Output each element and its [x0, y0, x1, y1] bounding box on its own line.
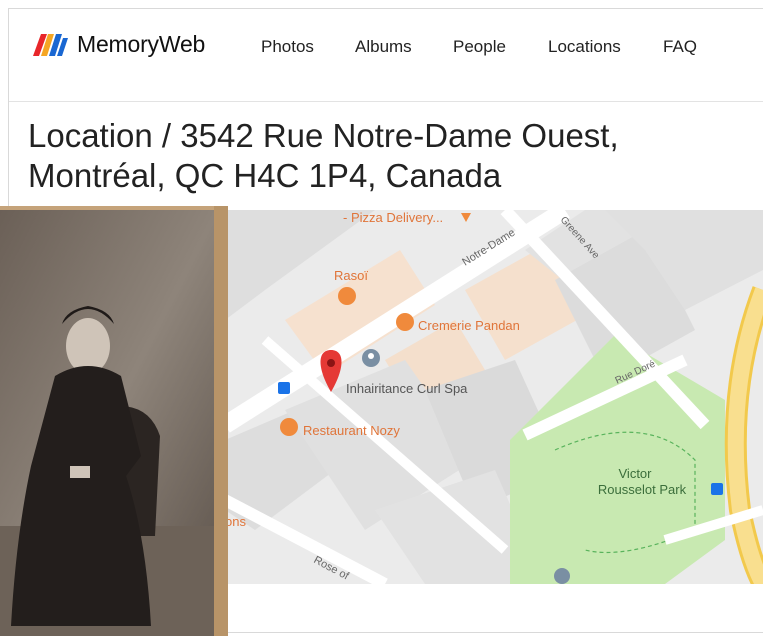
- bottom-area: [228, 584, 763, 636]
- vintage-portrait-photo[interactable]: [0, 206, 228, 636]
- nav-albums[interactable]: Albums: [355, 37, 412, 57]
- map-label-spa: Inhairitance Curl Spa: [346, 381, 468, 396]
- divider: [228, 632, 763, 633]
- location-map[interactable]: Notre-Dame Greene Ave Rue Doré Rose of -…: [225, 210, 763, 584]
- map-label-cremerie: Cremerie Pandan: [418, 318, 520, 333]
- restaurant-rasoi-icon[interactable]: [338, 287, 356, 305]
- map-label-park-line1: Victor: [619, 466, 653, 481]
- nav-faq[interactable]: FAQ: [663, 37, 697, 57]
- map-label-rasoi: Rasoï: [334, 268, 368, 283]
- nav-people[interactable]: People: [453, 37, 506, 57]
- title-area: Location / 3542 Rue Notre-Dame Ouest, Mo…: [9, 102, 763, 210]
- bus-stop-icon-2[interactable]: [711, 483, 723, 495]
- bus-stop-icon[interactable]: [278, 382, 290, 394]
- memoryweb-logo-icon: [33, 33, 68, 56]
- brand-name: MemoryWeb: [77, 31, 206, 57]
- nav-locations[interactable]: Locations: [548, 37, 621, 57]
- map-label-pizza: - Pizza Delivery...: [343, 210, 443, 225]
- map-label-restaurant: Restaurant Nozy: [303, 423, 400, 438]
- nav-photos[interactable]: Photos: [261, 37, 314, 57]
- brand-logo[interactable]: MemoryWeb: [31, 31, 205, 58]
- map-label-park-line2: Rousselot Park: [598, 482, 687, 497]
- cremerie-poi-icon[interactable]: [396, 313, 414, 331]
- top-navbar: MemoryWeb Photos Albums People Locations…: [9, 9, 763, 102]
- page-title: Location / 3542 Rue Notre-Dame Ouest, Mo…: [28, 117, 619, 194]
- map-label-partial: ons: [225, 514, 246, 529]
- school-poi-icon[interactable]: [554, 568, 570, 584]
- restaurant-nozy-icon[interactable]: [280, 418, 298, 436]
